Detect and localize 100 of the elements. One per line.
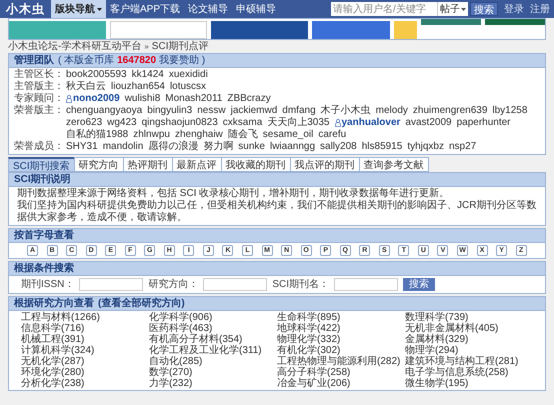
member-link[interactable]: tyhjqxbz (407, 141, 444, 153)
category-link[interactable]: 机械工程(391) (21, 334, 149, 345)
tab[interactable]: 我收藏的期刊 (220, 157, 291, 172)
input-field[interactable] (79, 278, 144, 291)
member-link[interactable]: lby1258 (492, 105, 528, 117)
member-link[interactable]: ZBBcrazy (227, 93, 271, 105)
member-link[interactable]: cxksama (222, 117, 262, 129)
member-link[interactable]: book2005593 (66, 69, 127, 81)
category-link[interactable]: 有机化学(302) (277, 345, 405, 356)
category-link[interactable]: 计算机科学(324) (21, 345, 149, 356)
member-link[interactable]: kk1424 (132, 69, 164, 81)
category-link[interactable]: 有机高分子材料(354) (149, 334, 277, 345)
category-link[interactable]: 信息科学(716) (21, 323, 149, 334)
member-link[interactable]: 愿得の浪漫 (148, 141, 198, 153)
member-link[interactable]: 木子小木虫 (320, 105, 371, 117)
member-link[interactable]: yanhualover (334, 117, 400, 129)
member-link[interactable]: nsp27 (449, 141, 476, 153)
category-link[interactable]: 冶金与矿业(206) (277, 378, 405, 389)
category-link[interactable]: 地球科学(422) (277, 323, 405, 334)
nav-link[interactable]: 注册 (530, 2, 550, 16)
category-link[interactable]: 自动化(285) (149, 356, 277, 367)
category-link[interactable]: 化学工程及工业化学(311) (149, 345, 277, 356)
banner-ad[interactable] (211, 21, 308, 39)
category-link[interactable]: 物理学(294) (405, 345, 533, 356)
member-link[interactable]: avast2009 (405, 117, 452, 129)
category-link[interactable]: 环境化学(280) (21, 367, 149, 378)
member-link[interactable]: liouzhan654 (111, 81, 165, 93)
member-link[interactable]: sesame_oil (262, 129, 314, 141)
category-link[interactable]: 建筑环境与结构工程(281) (405, 356, 533, 367)
input-field[interactable] (334, 278, 398, 291)
tab[interactable]: 我点评的期刊 (290, 157, 360, 172)
member-link[interactable]: melody (376, 105, 408, 117)
category-link[interactable]: 数学(270) (149, 367, 277, 378)
category-link[interactable]: 力学(232) (149, 378, 277, 389)
category-link[interactable]: 电子学与信息系统(258) (405, 367, 533, 378)
banner-ad[interactable] (485, 19, 545, 25)
member-link[interactable]: 努力啊 (203, 141, 234, 153)
tab[interactable]: 查询参考文献 (358, 157, 429, 172)
breadcrumb-link[interactable]: 小木虫论坛-学术科研互动平台 (8, 40, 142, 52)
member-link[interactable]: 随会飞 (228, 129, 258, 141)
category-link[interactable]: 无机非金属材料(405) (405, 323, 533, 334)
member-link[interactable]: qingshaojun0823 (142, 117, 218, 129)
member-link[interactable]: dmfang (282, 105, 316, 117)
member-link[interactable]: zero623 (66, 117, 102, 129)
category-link[interactable]: 金属材料(329) (405, 334, 533, 345)
member-link[interactable]: 天天向上3035 (267, 117, 330, 129)
member-link[interactable]: carefu (318, 129, 346, 141)
category-link[interactable]: 化学科学(906) (149, 312, 277, 323)
category-link[interactable]: 医药科学(463) (149, 323, 277, 334)
member-link[interactable]: hls85915 (362, 141, 402, 153)
member-link[interactable]: nono2009 (66, 93, 120, 105)
category-link[interactable]: 工程与材料(1266) (21, 312, 149, 323)
member-link[interactable]: xuexididi (168, 69, 208, 81)
category-link[interactable]: 工程热物理与能源利用(282) (277, 356, 405, 367)
banner-ad[interactable] (421, 19, 481, 25)
breadcrumb-link[interactable]: SCI期刊点评 (152, 40, 208, 52)
search-button[interactable]: 搜索 (403, 278, 436, 291)
search-scope-select[interactable]: 帖子 (437, 2, 468, 16)
category-link[interactable]: 数理科学(739) (405, 312, 533, 323)
member-link[interactable]: Monash2011 (165, 93, 222, 105)
tab[interactable]: SCI期刊搜索 (8, 157, 75, 172)
member-link[interactable]: sally208 (320, 141, 357, 153)
nav-item[interactable]: 论文辅导 (184, 0, 232, 18)
member-link[interactable]: mandolin (102, 141, 144, 153)
nav-link[interactable]: 登录 (504, 2, 524, 16)
member-link[interactable]: 自私的猫1988 (66, 129, 128, 141)
member-link[interactable]: 秋天白云 (66, 81, 106, 93)
category-link[interactable]: 无机化学(287) (21, 356, 149, 367)
nav-item[interactable]: 版块导航 (51, 0, 106, 18)
member-link[interactable]: SHY31 (66, 141, 98, 153)
category-link[interactable]: 生命科学(895) (277, 312, 405, 323)
category-link[interactable]: 分析化学(238) (21, 378, 149, 389)
input-field[interactable] (203, 278, 268, 291)
sponsor-link[interactable]: 我要赞助 ) (159, 54, 206, 66)
member-link[interactable]: paperhunter (456, 117, 511, 129)
tab[interactable]: 最新点评 (172, 157, 222, 172)
member-link[interactable]: wg423 (107, 117, 137, 129)
member-link[interactable]: wulishi8 (124, 93, 160, 105)
nav-item[interactable]: 申硕辅导 (232, 0, 280, 18)
member-link[interactable]: nessw (197, 105, 226, 117)
category-link[interactable]: 物理化学(332) (277, 334, 405, 345)
member-link[interactable]: bingyulin3 (147, 105, 192, 117)
member-link[interactable]: chenguangyaoya (66, 105, 142, 117)
member-link[interactable]: lwiaanngg (270, 141, 316, 153)
tab[interactable]: 热评期刊 (122, 157, 173, 172)
search-field[interactable]: 请输入用户名/关键字 (331, 2, 437, 16)
all-directions-link[interactable]: (查看全部研究方向) (98, 298, 185, 310)
site-logo[interactable]: 小木虫 (0, 0, 51, 18)
member-link[interactable]: zhuimengren639 (412, 105, 488, 117)
tab[interactable]: 研究方向 (74, 157, 124, 172)
member-link[interactable]: lotuscsx (170, 81, 206, 93)
category-link[interactable]: 微生物学(195) (405, 378, 533, 389)
search-button[interactable]: 搜索 (470, 2, 498, 16)
category-link[interactable]: 高分子科学(258) (277, 367, 405, 378)
banner-ad[interactable] (9, 21, 106, 39)
member-link[interactable]: jackiemwd (230, 105, 278, 117)
member-link[interactable]: zhlnwpu (133, 129, 170, 141)
nav-item[interactable]: 客户端APP下载 (106, 0, 184, 18)
banner-ad[interactable] (312, 21, 390, 39)
member-link[interactable]: zhenghaiw (174, 129, 223, 141)
